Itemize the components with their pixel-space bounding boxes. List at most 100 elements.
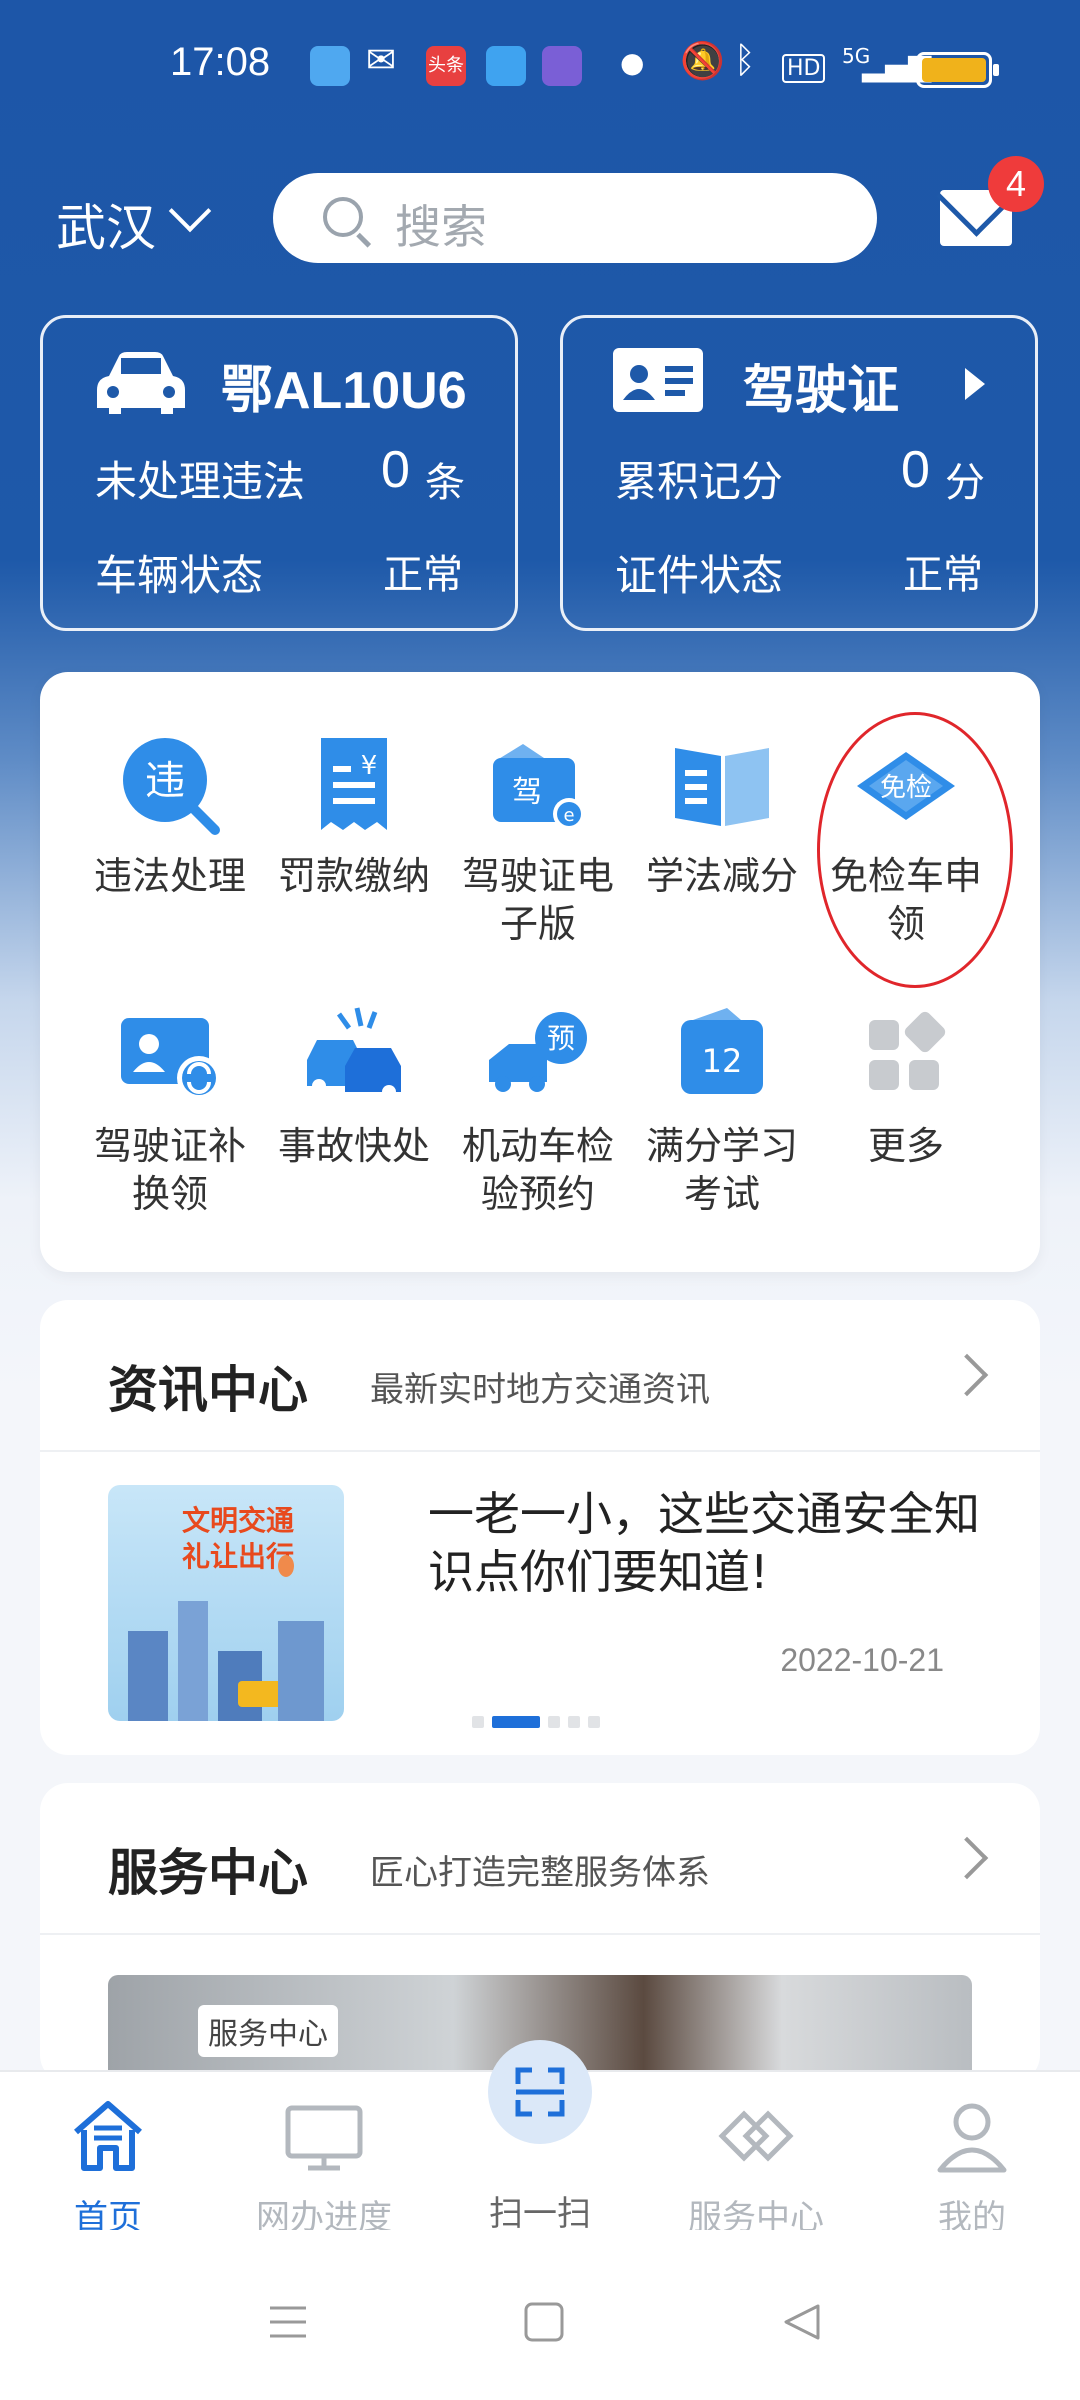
dot-icon: ●: [620, 46, 645, 79]
svg-text:违: 违: [145, 758, 185, 804]
news-date: 2022-10-21: [780, 1642, 944, 1678]
carousel-dot: [568, 1716, 580, 1728]
calendar-icon: 12: [681, 1008, 763, 1094]
bluetooth-icon: ᛒ: [734, 40, 756, 81]
service-violation[interactable]: 违 违法处理: [78, 730, 262, 900]
license-title: 驾驶证: [743, 362, 900, 420]
monitor-icon: [285, 2105, 363, 2171]
divider: [40, 1450, 1040, 1452]
service-e-license[interactable]: 驾 e 驾驶证电子版: [446, 730, 630, 948]
svg-text:¥: ¥: [361, 751, 378, 781]
nav-home[interactable]: 首页: [0, 2094, 216, 2239]
home-square-icon[interactable]: [524, 2302, 564, 2342]
points-label: 累积记分: [615, 457, 784, 506]
news-headline[interactable]: 一老一小，这些交通安全知识点你们要知道!: [428, 1485, 988, 1601]
user-icon: [937, 2103, 1007, 2173]
service-label: 满分学习考试: [645, 1124, 798, 1216]
accident-icon: [307, 1007, 401, 1099]
points-value: 0: [901, 441, 930, 499]
service-full-score-exam[interactable]: 12 满分学习考试: [630, 1000, 814, 1218]
svg-text:预: 预: [547, 1022, 575, 1055]
book-icon: [675, 748, 769, 826]
wechat-icon: ✉: [366, 40, 397, 81]
carousel-dots: [472, 1713, 608, 1728]
service-accident[interactable]: 事故快处: [262, 1000, 446, 1170]
thumbnail-text: 文明交通: [182, 1504, 295, 1537]
service-label: 更多: [867, 1124, 944, 1168]
menu-icon[interactable]: [268, 2302, 308, 2342]
news-center-title: 资讯中心: [108, 1361, 308, 1419]
violations-label: 未处理违法: [95, 457, 306, 506]
plate-number: 鄂AL10U6: [221, 362, 467, 420]
search-input[interactable]: 搜索: [273, 173, 877, 263]
service-fine[interactable]: ¥ 罚款缴纳: [262, 730, 446, 900]
service-license-renew[interactable]: 驾驶证补换领: [78, 1000, 262, 1218]
service-inspection-booking[interactable]: 预 机动车检验预约: [446, 1000, 630, 1218]
violation-icon: 违: [123, 738, 220, 835]
service-label: 罚款缴纳: [277, 854, 430, 898]
vehicle-card[interactable]: 鄂AL10U6 未处理违法 0 条 车辆状态 正常: [40, 315, 518, 631]
svg-text:e: e: [563, 805, 574, 826]
violations-count: 0: [381, 441, 410, 499]
app-icon: [486, 46, 526, 86]
mail-badge: 4: [988, 156, 1044, 212]
svg-text:驾: 驾: [512, 775, 542, 810]
telegram-icon: [310, 46, 350, 86]
id-card-icon: [613, 348, 703, 412]
service-center-card: 服务中心 匠心打造完整服务体系 服务中心: [40, 1783, 1040, 2083]
service-more[interactable]: 更多: [814, 1000, 998, 1170]
scan-icon: [515, 2067, 565, 2117]
nav-profile[interactable]: 我的: [864, 2094, 1080, 2239]
app-icon-2: [542, 46, 582, 86]
service-study[interactable]: 学法减分: [630, 730, 814, 900]
vehicle-status-label: 车辆状态: [95, 551, 264, 600]
service-label: 事故快处: [277, 1124, 430, 1168]
home-icon: [74, 2101, 142, 2171]
carousel-dot: [548, 1716, 560, 1728]
chevron-right-icon[interactable]: [945, 1353, 989, 1397]
license-renew-icon: [121, 1018, 221, 1100]
clock: 17:08: [170, 40, 271, 84]
scan-button[interactable]: [488, 2040, 592, 2144]
license-card[interactable]: 驾驶证 累积记分 0 分 证件状态 正常: [560, 315, 1038, 631]
handshake-icon: [718, 2110, 794, 2162]
service-label: 违法处理: [93, 854, 246, 898]
city-selector[interactable]: 武汉: [56, 188, 156, 260]
system-navigation-bar: [0, 2230, 1080, 2400]
toutiao-icon: 头条: [426, 46, 466, 86]
nav-service-center[interactable]: 服务中心: [648, 2094, 864, 2239]
back-icon[interactable]: [782, 2302, 822, 2342]
e-license-icon: 驾 e: [493, 744, 585, 830]
more-grid-icon: [869, 1011, 946, 1090]
carousel-dot-active: [492, 1716, 540, 1728]
search-placeholder: 搜索: [395, 200, 487, 254]
chevron-right-icon[interactable]: [945, 1836, 989, 1880]
status-bar: 17:08 ✉ 头条 ● 🔕 ᛒ HD 5G ▂▄▆: [0, 0, 1080, 140]
chevron-right-icon: [965, 368, 985, 400]
points-unit: 分: [945, 460, 985, 506]
fine-receipt-icon: ¥: [321, 738, 387, 830]
battery-icon: [916, 52, 999, 88]
news-thumbnail[interactable]: 文明交通 礼让出行: [108, 1485, 344, 1721]
violations-unit: 条: [425, 460, 465, 506]
license-status-label: 证件状态: [615, 551, 784, 600]
carousel-dot: [588, 1716, 600, 1728]
search-icon: [323, 197, 363, 237]
service-center-subtitle: 匠心打造完整服务体系: [370, 1853, 710, 1893]
nav-progress[interactable]: 网办进度: [216, 2094, 432, 2239]
service-label: 机动车检验预约: [461, 1124, 614, 1216]
news-center-card: 资讯中心 最新实时地方交通资讯 文明交通 礼让出行 一老一小，这些交通安全知识点…: [40, 1300, 1040, 1755]
mute-icon: 🔕: [680, 41, 725, 82]
nav-label: 扫一扫: [489, 2194, 591, 2234]
license-status-value: 正常: [903, 552, 983, 598]
service-label: 驾驶证补换领: [93, 1124, 246, 1216]
service-label: 驾驶证电子版: [461, 854, 614, 946]
car-icon: [97, 352, 185, 414]
news-center-subtitle: 最新实时地方交通资讯: [370, 1370, 710, 1410]
svg-text:12: 12: [702, 1042, 743, 1080]
service-label: 学法减分: [645, 854, 798, 898]
inspection-booking-icon: 预: [489, 1012, 587, 1092]
annotation-circle: [817, 712, 1013, 988]
service-center-title: 服务中心: [108, 1844, 308, 1902]
vehicle-status-value: 正常: [383, 552, 463, 598]
